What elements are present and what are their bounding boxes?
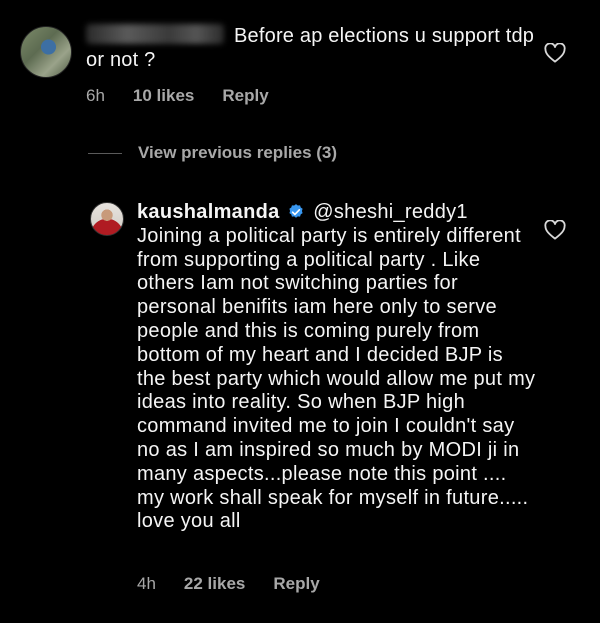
verified-badge-icon xyxy=(289,204,304,218)
heart-outline-icon[interactable] xyxy=(544,43,566,63)
view-previous-replies-button[interactable]: View previous replies (3) xyxy=(88,143,337,163)
reply-button[interactable]: Reply xyxy=(222,86,268,106)
heart-outline-icon[interactable] xyxy=(544,220,566,240)
view-previous-replies-label: View previous replies (3) xyxy=(138,143,338,162)
comment-body: Before ap elections u support tdp or not… xyxy=(86,24,536,72)
comment-time[interactable]: 4h xyxy=(137,574,156,594)
divider-line xyxy=(88,152,122,154)
comment-text: Joining a political party is entirely di… xyxy=(137,224,536,533)
username[interactable]: kaushalmanda xyxy=(137,201,280,223)
likes-count[interactable]: 22 likes xyxy=(184,574,245,594)
redacted-username xyxy=(86,24,224,44)
likes-count[interactable]: 10 likes xyxy=(133,86,194,106)
reply-button[interactable]: Reply xyxy=(273,574,319,594)
avatar[interactable] xyxy=(20,26,72,78)
comment-meta: 6h 10 likes Reply xyxy=(86,86,269,106)
mention-link[interactable]: @sheshi_reddy1 xyxy=(313,201,468,223)
comment-body: kaushalmanda @sheshi_reddy1 Joining a po… xyxy=(137,201,537,534)
avatar[interactable] xyxy=(90,202,124,236)
comment-time[interactable]: 6h xyxy=(86,86,105,106)
comment-meta: 4h 22 likes Reply xyxy=(137,574,320,594)
